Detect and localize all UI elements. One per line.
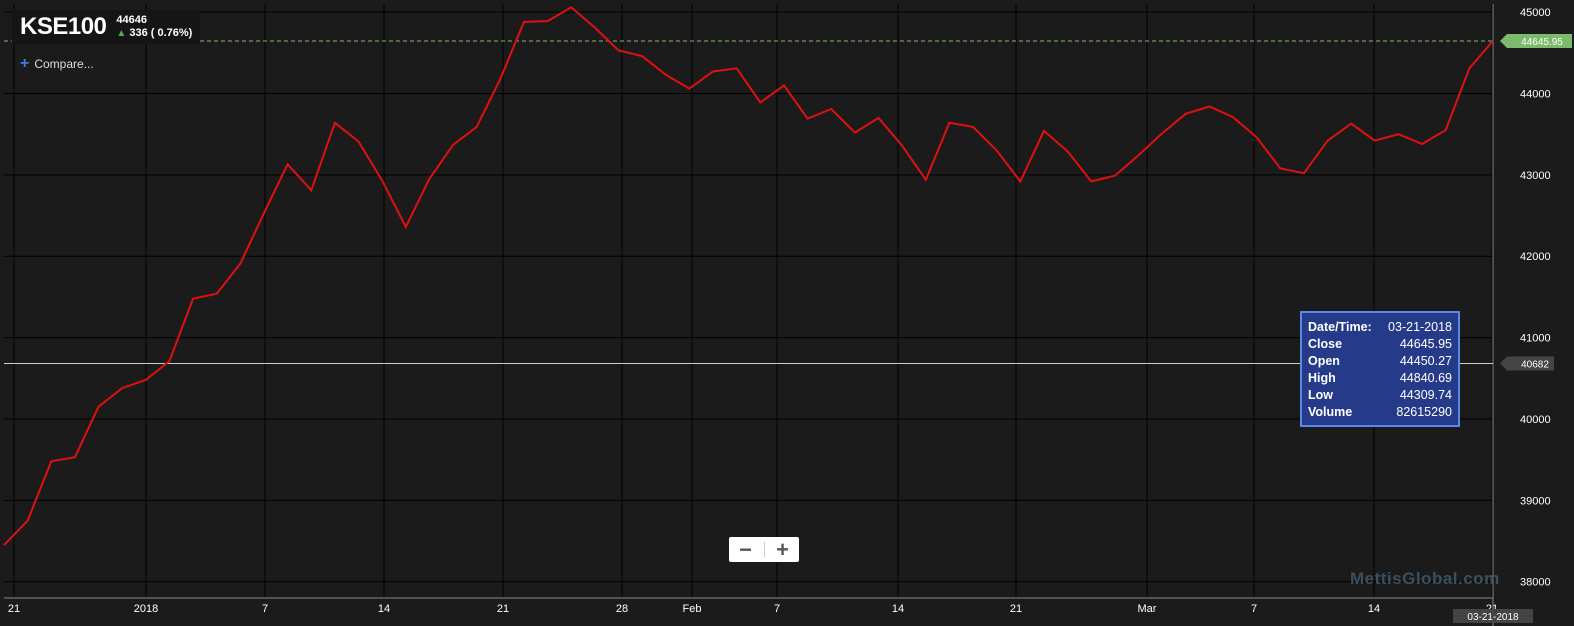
- x-tick-label: 21: [1010, 603, 1022, 615]
- quote-info: 44646 ▲ 336 ( 0.76%): [116, 14, 192, 40]
- y-tick-label: 42000: [1520, 251, 1551, 263]
- compare-button[interactable]: + Compare...: [20, 55, 94, 72]
- x-tick-label: 14: [892, 603, 904, 615]
- x-tick-label: 21: [8, 603, 20, 615]
- tooltip-row-high: High 44840.69: [1308, 371, 1452, 385]
- y-tick-label: 45000: [1520, 7, 1551, 19]
- last-price-label: 44645.95: [1521, 37, 1563, 48]
- y-tick-label: 39000: [1520, 495, 1551, 507]
- x-tick-label: 2018: [134, 603, 158, 615]
- data-tooltip: Date/Time: 03-21-2018 Close 44645.95 Open 4…: [1300, 311, 1460, 427]
- x-tick-label: 28: [616, 603, 628, 615]
- y-tick-label: 40000: [1520, 414, 1551, 426]
- x-tick-label: 21: [497, 603, 509, 615]
- y-tick-label: 41000: [1520, 333, 1551, 345]
- x-tick-label: 14: [1368, 603, 1380, 615]
- crosshair-date-label: 03-21-2018: [1467, 612, 1519, 623]
- symbol-name: KSE100: [20, 13, 107, 40]
- tooltip-row-volume: Volume 82615290: [1308, 405, 1452, 419]
- crosshair-value-label: 40682: [1521, 359, 1549, 370]
- compare-label: Compare...: [34, 57, 94, 71]
- zoom-separator: [763, 542, 765, 557]
- price-change: ▲ 336 ( 0.76%): [116, 27, 192, 40]
- x-tick-label: 7: [1251, 603, 1257, 615]
- y-tick-label: 44000: [1520, 89, 1551, 101]
- x-tick-label: 7: [774, 603, 780, 615]
- last-price: 44646: [116, 14, 147, 26]
- x-tick-label: Mar: [1138, 603, 1157, 615]
- x-tick-label: 7: [262, 603, 268, 615]
- zoom-out-button[interactable]: −: [731, 538, 761, 561]
- watermark-logo: MettisGlobal.com: [1350, 569, 1500, 588]
- symbol-header: KSE100 44646 ▲ 336 ( 0.76%): [12, 10, 201, 44]
- plus-icon: +: [20, 55, 30, 72]
- zoom-controls: − +: [729, 537, 799, 562]
- arrow-up-icon: ▲: [116, 28, 127, 39]
- y-tick-label: 43000: [1520, 170, 1551, 182]
- zoom-in-button[interactable]: +: [768, 538, 798, 561]
- tooltip-row-low: Low 44309.74: [1308, 388, 1452, 402]
- price-change-value: 336 ( 0.76%): [129, 27, 193, 39]
- tooltip-row-datetime: Date/Time: 03-21-2018: [1308, 320, 1452, 334]
- tooltip-row-open: Open 44450.27: [1308, 354, 1452, 368]
- x-tick-label: Feb: [683, 603, 702, 615]
- tooltip-row-close: Close 44645.95: [1308, 337, 1452, 351]
- x-tick-label: 14: [378, 603, 390, 615]
- y-tick-label: 38000: [1520, 577, 1551, 589]
